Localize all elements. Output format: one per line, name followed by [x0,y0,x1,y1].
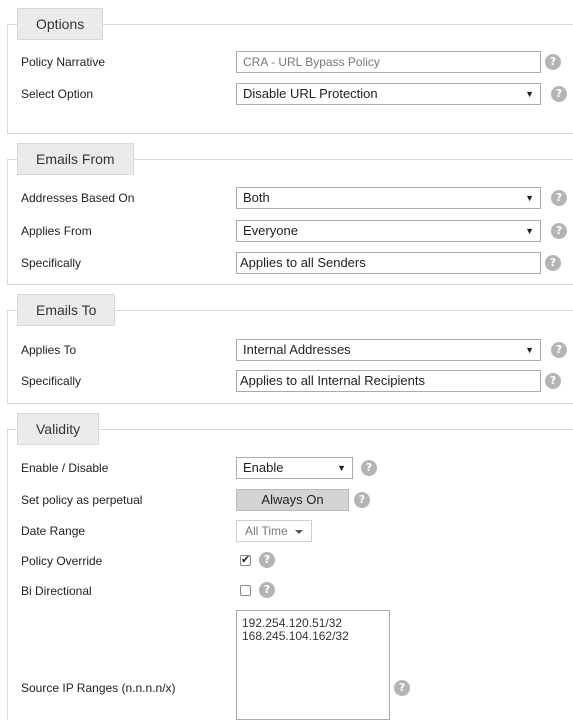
from-specifically-input[interactable]: Applies to all Senders [236,252,541,274]
applies-to-label: Applies To [21,343,77,357]
caret-down-icon [295,530,303,534]
enable-disable-value: Enable [243,460,284,475]
chevron-down-icon: ▼ [337,463,346,473]
policy-override-checkbox[interactable] [240,553,251,566]
chevron-down-icon: ▼ [525,89,534,99]
select-option-dropdown[interactable]: Disable URL Protection ▼ [236,83,541,105]
options-section: Options Policy Narrative CRA - URL Bypas… [7,8,573,134]
enable-disable-help-icon[interactable]: ? [361,460,377,476]
validity-section: Validity Enable / Disable Enable ▼ ? Set… [7,413,573,720]
bi-directional-label: Bi Directional [21,584,92,598]
date-range-value: All Time [245,524,288,538]
policy-override-help-icon[interactable]: ? [259,552,275,568]
policy-override-label: Policy Override [21,554,103,568]
source-ip-help-icon[interactable]: ? [394,680,410,696]
applies-to-value: Internal Addresses [243,342,351,357]
bi-directional-checkbox[interactable] [240,585,251,596]
chevron-down-icon: ▼ [525,345,534,355]
enable-disable-dropdown[interactable]: Enable ▼ [236,457,353,479]
policy-narrative-input[interactable]: CRA - URL Bypass Policy [236,51,541,73]
to-specifically-label: Specifically [21,374,82,388]
applies-from-help-icon[interactable]: ? [551,223,567,239]
policy-narrative-label: Policy Narrative [21,55,106,69]
select-option-value: Disable URL Protection [243,86,378,101]
enable-disable-label: Enable / Disable [21,461,109,475]
to-specifically-input[interactable]: Applies to all Internal Recipients [236,370,541,392]
chevron-down-icon: ▼ [525,226,534,236]
emails-from-section-title: Emails From [17,143,134,175]
addresses-based-on-value: Both [243,190,270,205]
applies-to-help-icon[interactable]: ? [551,342,567,358]
addresses-based-on-help-icon[interactable]: ? [551,190,567,206]
chevron-down-icon: ▼ [525,193,534,203]
emails-to-section-title: Emails To [17,294,116,326]
source-ip-textarea[interactable]: 192.254.120.51/32 168.245.104.162/32 [236,610,390,720]
date-range-dropdown[interactable]: All Time [236,520,312,542]
applies-from-label: Applies From [21,224,92,238]
emails-from-section: Emails From Addresses Based On Both ▼ ? … [7,143,573,285]
addresses-based-on-dropdown[interactable]: Both ▼ [236,187,541,209]
applies-from-value: Everyone [243,223,298,238]
emails-to-section: Emails To Applies To Internal Addresses … [7,294,573,404]
source-ip-line: 168.245.104.162/32 [242,629,349,643]
applies-from-dropdown[interactable]: Everyone ▼ [236,220,541,242]
bi-directional-help-icon[interactable]: ? [259,582,275,598]
applies-to-dropdown[interactable]: Internal Addresses ▼ [236,339,541,361]
validity-section-title: Validity [17,413,100,445]
date-range-label: Date Range [21,524,86,538]
always-on-button[interactable]: Always On [236,489,349,511]
source-ip-label: Source IP Ranges (n.n.n.n/x) [21,681,176,695]
policy-narrative-help-icon[interactable]: ? [545,54,561,70]
select-option-help-icon[interactable]: ? [551,86,567,102]
from-specifically-label: Specifically [21,256,82,270]
to-specifically-help-icon[interactable]: ? [545,373,561,389]
addresses-based-on-label: Addresses Based On [21,191,135,205]
from-specifically-help-icon[interactable]: ? [545,255,561,271]
options-section-title: Options [17,8,104,40]
perpetual-help-icon[interactable]: ? [354,492,370,508]
select-option-label: Select Option [21,87,94,101]
perpetual-label: Set policy as perpetual [21,493,143,507]
